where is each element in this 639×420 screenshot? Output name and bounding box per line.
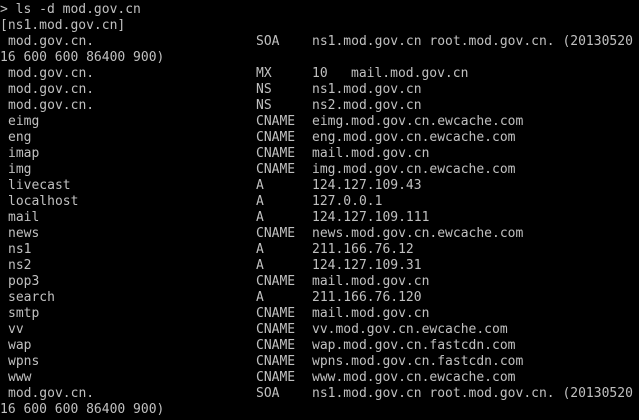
record-name: localhost	[8, 194, 79, 209]
record-data: 124.127.109.111	[312, 210, 430, 225]
record-data: eng.mod.gov.cn.ewcache.com	[312, 130, 516, 145]
record-row: ns2 A 124.127.109.31	[0, 258, 639, 274]
record-name: mod.gov.cn.	[8, 34, 95, 49]
record-row: mail A 124.127.109.111	[0, 210, 639, 226]
record-type: CNAME	[256, 146, 296, 161]
record-name: mod.gov.cn.	[8, 98, 95, 113]
record-type: A	[256, 258, 264, 273]
record-data: mail.mod.gov.cn	[351, 66, 469, 81]
record-type: CNAME	[256, 322, 296, 337]
record-row: search A 211.166.76.120	[0, 290, 639, 306]
record-name: pop3	[8, 274, 40, 289]
record-data: vv.mod.gov.cn.ewcache.com	[312, 322, 508, 337]
record-name: mail	[8, 210, 40, 225]
record-data: ns1.mod.gov.cn	[312, 82, 422, 97]
record-name: eng	[8, 130, 32, 145]
record-name: ns1	[8, 242, 32, 257]
record-row: ns1 A 211.166.76.12	[0, 242, 639, 258]
record-type: SOA	[256, 34, 280, 49]
record-data: ns1.mod.gov.cn root.mod.gov.cn. (2013052…	[312, 34, 633, 49]
record-type: CNAME	[256, 338, 296, 353]
record-data: eimg.mod.gov.cn.ewcache.com	[312, 114, 524, 129]
record-row: news CNAME news.mod.gov.cn.ewcache.com	[0, 226, 639, 242]
record-name: mod.gov.cn.	[8, 66, 95, 81]
terminal-output[interactable]: > ls -d mod.gov.cn [ns1.mod.gov.cn] mod.…	[0, 0, 639, 420]
record-type: CNAME	[256, 354, 296, 369]
command-line: > ls -d mod.gov.cn	[0, 2, 141, 17]
record-type: CNAME	[256, 370, 296, 385]
record-row: localhost A 127.0.0.1	[0, 194, 639, 210]
record-name: news	[8, 226, 40, 241]
record-type: CNAME	[256, 162, 296, 177]
record-data: wpns.mod.gov.cn.fastcdn.com	[312, 354, 524, 369]
record-data: mail.mod.gov.cn	[312, 306, 430, 321]
record-row: livecast A 124.127.109.43	[0, 178, 639, 194]
record-type: A	[256, 242, 264, 257]
record-row: imap CNAME mail.mod.gov.cn	[0, 146, 639, 162]
record-name: img	[8, 162, 32, 177]
record-row: eng CNAME eng.mod.gov.cn.ewcache.com	[0, 130, 639, 146]
record-row: www CNAME www.mod.gov.cn.ewcache.com	[0, 370, 639, 386]
record-name: search	[8, 290, 55, 305]
record-name: ns2	[8, 258, 32, 273]
record-data: 211.166.76.12	[312, 242, 414, 257]
record-name: eimg	[8, 114, 40, 129]
record-data: 127.0.0.1	[312, 194, 383, 209]
record-row: eimg CNAME eimg.mod.gov.cn.ewcache.com	[0, 114, 639, 130]
record-data: wap.mod.gov.cn.fastcdn.com	[312, 338, 516, 353]
record-type: A	[256, 210, 264, 225]
record-row: mod.gov.cn. NS ns1.mod.gov.cn	[0, 82, 639, 98]
record-name: mod.gov.cn.	[8, 82, 95, 97]
mx-preference: 10	[312, 66, 328, 81]
record-data: mail.mod.gov.cn	[312, 274, 430, 289]
record-row: wap CNAME wap.mod.gov.cn.fastcdn.com	[0, 338, 639, 354]
record-name: smtp	[8, 306, 40, 321]
record-data: ns2.mod.gov.cn	[312, 98, 422, 113]
record-type: CNAME	[256, 226, 296, 241]
record-type: A	[256, 290, 264, 305]
record-row: wpns CNAME wpns.mod.gov.cn.fastcdn.com	[0, 354, 639, 370]
record-row: vv CNAME vv.mod.gov.cn.ewcache.com	[0, 322, 639, 338]
record-name: livecast	[8, 178, 71, 193]
record-name: www	[8, 370, 32, 385]
record-name: imap	[8, 146, 40, 161]
record-type: A	[256, 178, 264, 193]
soa-record-bottom: mod.gov.cn. SOA ns1.mod.gov.cn root.mod.…	[0, 386, 639, 402]
server-line: [ns1.mod.gov.cn]	[0, 18, 126, 33]
record-data: news.mod.gov.cn.ewcache.com	[312, 226, 524, 241]
record-data: 211.166.76.120	[312, 290, 422, 305]
record-name: wpns	[8, 354, 40, 369]
record-row: img CNAME img.mod.gov.cn.ewcache.com	[0, 162, 639, 178]
record-row: mod.gov.cn. NS ns2.mod.gov.cn	[0, 98, 639, 114]
record-data: www.mod.gov.cn.ewcache.com	[312, 370, 516, 385]
record-name: vv	[8, 322, 24, 337]
record-type: SOA	[256, 386, 280, 401]
record-row: smtp CNAME mail.mod.gov.cn	[0, 306, 639, 322]
record-type: CNAME	[256, 306, 296, 321]
mx-record: mod.gov.cn. MX 10 mail.mod.gov.cn	[0, 66, 639, 82]
record-name: wap	[8, 338, 32, 353]
record-type: NS	[256, 98, 272, 113]
record-data: img.mod.gov.cn.ewcache.com	[312, 162, 516, 177]
record-data: ns1.mod.gov.cn root.mod.gov.cn. (2013052…	[312, 386, 633, 401]
record-type: MX	[256, 66, 272, 81]
record-type: A	[256, 194, 264, 209]
record-name: mod.gov.cn.	[8, 386, 95, 401]
record-type: CNAME	[256, 274, 296, 289]
record-data: 124.127.109.43	[312, 178, 422, 193]
record-type: NS	[256, 82, 272, 97]
record-data: 124.127.109.31	[312, 258, 422, 273]
record-type: CNAME	[256, 114, 296, 129]
soa-continuation-top: 16 600 600 86400 900)	[0, 50, 165, 65]
record-data: mail.mod.gov.cn	[312, 146, 430, 161]
record-row: pop3 CNAME mail.mod.gov.cn	[0, 274, 639, 290]
soa-record-top: mod.gov.cn. SOA ns1.mod.gov.cn root.mod.…	[0, 34, 639, 50]
record-type: CNAME	[256, 130, 296, 145]
soa-continuation-bottom: 16 600 600 86400 900)	[0, 402, 165, 417]
